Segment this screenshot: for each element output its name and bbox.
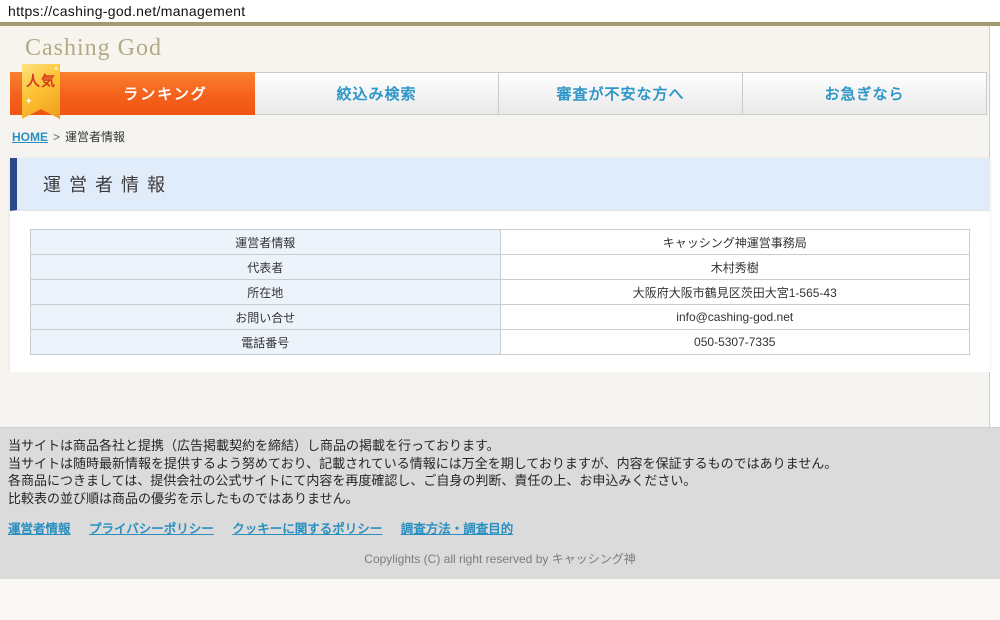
row-label: 電話番号 <box>31 330 501 355</box>
popular-ribbon-icon: 人気 ✦ ✦ <box>22 64 60 119</box>
row-value: 050-5307-7335 <box>500 330 970 355</box>
breadcrumb: HOME > 運営者情報 <box>0 115 989 158</box>
row-label: 代表者 <box>31 255 501 280</box>
sparkle-icon: ✦ <box>25 96 33 107</box>
tab-filter-search[interactable]: 絞込み検索 <box>254 72 499 115</box>
tab-urgent[interactable]: お急ぎなら <box>742 72 987 115</box>
content-box: 運営者情報 運営者情報 キャッシング神運営事務局 代表者 木村秀樹 所在地 大阪… <box>10 158 990 372</box>
page-title: 運営者情報 <box>10 158 990 211</box>
footer-link-cookie-policy[interactable]: クッキーに関するポリシー <box>232 522 382 536</box>
row-label: 運営者情報 <box>31 230 501 255</box>
footer-disclaimer: 当サイトは商品各社と提携（広告掲載契約を締結）し商品の掲載を行っております。 <box>8 437 992 455</box>
tab-label: 審査が不安な方へ <box>556 83 684 104</box>
footer-disclaimer: 比較表の並び順は商品の優劣を示したものではありません。 <box>8 490 992 508</box>
sparkle-icon: ✦ <box>53 65 59 73</box>
tab-label: ランキング <box>57 83 208 104</box>
breadcrumb-home-link[interactable]: HOME <box>12 130 48 144</box>
footer-links: 運営者情報 プライバシーポリシー クッキーに関するポリシー 調査方法・調査目的 <box>8 518 992 537</box>
table-row: 所在地 大阪府大阪市鶴見区茨田大宮1-565-43 <box>31 280 970 305</box>
footer-disclaimer: 各商品につきましては、提供会社の公式サイトにて内容を再度確認し、ご自身の判断、責… <box>8 472 992 490</box>
footer-disclaimer: 当サイトは随時最新情報を提供するよう努めており、記載されている情報には万全を期し… <box>8 455 992 473</box>
table-row: 運営者情報 キャッシング神運営事務局 <box>31 230 970 255</box>
row-value: 大阪府大阪市鶴見区茨田大宮1-565-43 <box>500 280 970 305</box>
row-value: 木村秀樹 <box>500 255 970 280</box>
table-row: お問い合せ info@cashing-god.net <box>31 305 970 330</box>
tab-ranking[interactable]: 人気 ✦ ✦ ランキング <box>10 72 255 115</box>
table-row: 代表者 木村秀樹 <box>31 255 970 280</box>
tab-screening-worry[interactable]: 審査が不安な方へ <box>498 72 743 115</box>
breadcrumb-current: 運営者情報 <box>65 130 125 144</box>
row-value: info@cashing-god.net <box>500 305 970 330</box>
browser-url-bar[interactable]: https://cashing-god.net/management <box>0 0 1000 22</box>
table-row: 電話番号 050-5307-7335 <box>31 330 970 355</box>
row-label: お問い合せ <box>31 305 501 330</box>
site-header: Cashing God <box>0 26 989 72</box>
main-nav: 人気 ✦ ✦ ランキング 絞込み検索 審査が不安な方へ お急ぎなら <box>10 72 989 115</box>
footer-link-privacy-policy[interactable]: プライバシーポリシー <box>89 522 214 536</box>
copyright-notice: Copylights (C) all right reserved by キャッ… <box>8 550 992 567</box>
row-label: 所在地 <box>31 280 501 305</box>
footer-link-survey-method[interactable]: 調査方法・調査目的 <box>401 522 514 536</box>
page-container: Cashing God 人気 ✦ ✦ ランキング 絞込み検索 審査が不安な方へ … <box>0 26 990 427</box>
row-value: キャッシング神運営事務局 <box>500 230 970 255</box>
footer-link-operator-info[interactable]: 運営者情報 <box>8 522 71 536</box>
site-footer: 当サイトは商品各社と提携（広告掲載契約を締結）し商品の掲載を行っております。 当… <box>0 427 1000 579</box>
breadcrumb-separator: > <box>53 130 60 144</box>
tab-label: お急ぎなら <box>824 83 904 104</box>
tab-label: 絞込み検索 <box>336 83 416 104</box>
site-logo[interactable]: Cashing God <box>0 26 989 62</box>
bottom-strip <box>0 579 1000 620</box>
operator-info-table: 運営者情報 キャッシング神運営事務局 代表者 木村秀樹 所在地 大阪府大阪市鶴見… <box>30 229 970 355</box>
content-gap <box>0 372 989 427</box>
